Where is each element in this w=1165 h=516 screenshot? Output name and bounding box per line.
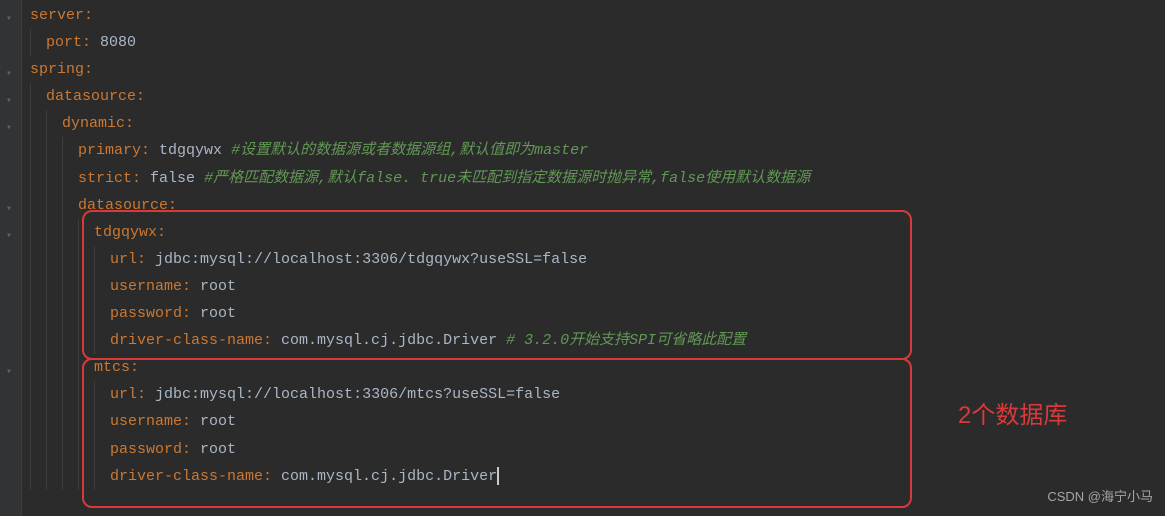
yaml-line: username: root <box>22 273 1165 300</box>
yaml-line: primary: tdgqywx #设置默认的数据源或者数据源组,默认值即为ma… <box>22 137 1165 164</box>
yaml-line: password: root <box>22 300 1165 327</box>
yaml-line: dynamic: <box>22 110 1165 137</box>
watermark-label: CSDN @海宁小马 <box>1047 483 1153 510</box>
fold-marker-icon[interactable]: ▾ <box>6 223 12 250</box>
text-cursor <box>497 467 499 485</box>
yaml-line: server: <box>22 2 1165 29</box>
fold-marker-icon[interactable]: ▾ <box>6 115 12 142</box>
editor-gutter: ▾ ▾ ▾ ▾ ▾ ▾ ▾ <box>0 0 22 516</box>
yaml-line: datasource: <box>22 83 1165 110</box>
fold-marker-icon[interactable]: ▾ <box>6 88 12 115</box>
yaml-line: password: root <box>22 436 1165 463</box>
yaml-line: url: jdbc:mysql://localhost:3306/tdgqywx… <box>22 246 1165 273</box>
fold-marker-icon[interactable]: ▾ <box>6 61 12 88</box>
yaml-line: port: 8080 <box>22 29 1165 56</box>
yaml-line: spring: <box>22 56 1165 83</box>
yaml-line: strict: false #严格匹配数据源,默认false. true未匹配到… <box>22 165 1165 192</box>
fold-marker-icon[interactable]: ▾ <box>6 196 12 223</box>
yaml-line: mtcs: <box>22 354 1165 381</box>
fold-marker-icon[interactable]: ▾ <box>6 359 12 386</box>
annotation-label: 2个数据库 <box>958 402 1067 429</box>
yaml-line: driver-class-name: com.mysql.cj.jdbc.Dri… <box>22 463 1165 490</box>
yaml-line: driver-class-name: com.mysql.cj.jdbc.Dri… <box>22 327 1165 354</box>
yaml-line: tdgqywx: <box>22 219 1165 246</box>
fold-marker-icon[interactable]: ▾ <box>6 6 12 33</box>
yaml-line: datasource: <box>22 192 1165 219</box>
